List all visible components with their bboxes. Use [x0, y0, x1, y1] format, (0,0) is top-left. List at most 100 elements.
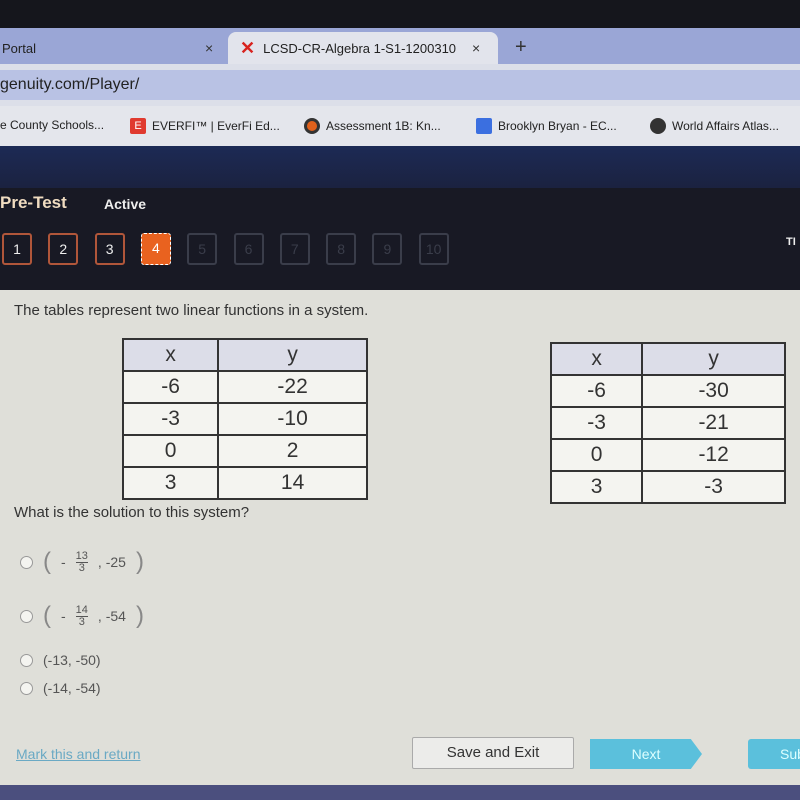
table-cell: -21	[641, 406, 786, 440]
question-5-button: 5	[187, 233, 218, 265]
tab-algebra[interactable]: ✕ LCSD-CR-Algebra 1-S1-1200310 ×	[228, 32, 498, 64]
denominator: 3	[78, 561, 85, 574]
radio-button[interactable]	[20, 555, 33, 569]
table-cell: -22	[217, 370, 368, 404]
address-bar[interactable]: genuity.com/Player/	[0, 70, 800, 100]
question-4-button[interactable]: 4	[140, 233, 171, 265]
column-header: x	[121, 338, 220, 372]
table-cell: -6	[121, 370, 220, 404]
save-and-exit-button[interactable]: Save and Exit	[412, 737, 574, 769]
answer-option-4[interactable]: (-14, -54)	[20, 680, 101, 696]
everfi-icon: E	[130, 118, 146, 134]
close-tab-icon[interactable]: ×	[472, 40, 480, 56]
question-8-button: 8	[326, 233, 357, 265]
y-value: , -25	[97, 554, 126, 570]
question-2-button[interactable]: 2	[48, 233, 79, 265]
question-6-button: 6	[233, 233, 264, 265]
table-header-row: xy	[549, 342, 786, 376]
bookmark-label: Assessment 1B: Kn...	[326, 119, 441, 133]
table-row: -3 -21	[549, 406, 786, 440]
close-tab-icon[interactable]: ×	[205, 40, 213, 56]
edgenuity-x-icon: ✕	[240, 37, 256, 58]
question-7-button: 7	[279, 233, 310, 265]
new-tab-button[interactable]: +	[515, 36, 527, 59]
answer-option-1[interactable]: (-13 3 , -25)	[20, 548, 144, 576]
answer-option-3[interactable]: (-13, -50)	[20, 652, 101, 668]
table-cell: -3	[549, 406, 644, 440]
answer-option-2[interactable]: (-14 3 , -54)	[20, 602, 144, 630]
bookmark-world-affairs[interactable]: World Affairs Atlas...	[650, 118, 779, 134]
question-9-button: 9	[372, 233, 403, 265]
paren-icon: (	[43, 602, 51, 629]
table-function-2: x y -6 -30 -3 -21 0 -12 3 -3	[549, 342, 786, 504]
table-header-row: xy	[121, 338, 368, 372]
top-bezel	[0, 0, 800, 28]
numerator: 14	[75, 603, 88, 617]
table-cell: -10	[217, 402, 368, 436]
radio-button[interactable]	[20, 653, 33, 667]
next-button[interactable]: Next	[590, 739, 702, 769]
table-row: 3 -3	[549, 470, 786, 504]
y-value: , -54	[97, 608, 126, 624]
table-cell: 0	[549, 438, 644, 472]
table-cell: 0	[121, 434, 220, 468]
column-header: x	[549, 342, 644, 376]
question-prompt: The tables represent two linear function…	[14, 302, 369, 319]
tab-strip: Portal × ✕ LCSD-CR-Algebra 1-S1-1200310 × +	[0, 28, 800, 64]
question-3-button[interactable]: 3	[94, 233, 125, 265]
bookmark-everfi[interactable]: E EVERFI™ | EverFi Ed...	[130, 118, 280, 134]
table-cell: -12	[641, 438, 786, 472]
tab-label: Portal	[2, 40, 36, 56]
bottom-bezel	[0, 785, 800, 800]
paren-icon: )	[135, 602, 144, 629]
tab-portal[interactable]: Portal ×	[0, 32, 225, 64]
question-10-button: 10	[418, 233, 449, 265]
neg-sign: -	[61, 554, 66, 570]
column-header: y	[217, 338, 368, 372]
fraction: 14 3	[75, 603, 88, 628]
table-row: -6 -22	[121, 370, 368, 404]
bookmark-county-schools[interactable]: e County Schools...	[0, 118, 104, 132]
docs-icon	[476, 118, 492, 134]
table-cell: 14	[217, 466, 368, 500]
table-function-1: x y -6 -22 -3 -10 0 2 3 14	[121, 338, 368, 500]
table-row: -3 -10	[121, 402, 368, 436]
assessment-icon	[304, 118, 320, 134]
activity-title: Pre-Test	[0, 193, 67, 212]
radio-button[interactable]	[20, 609, 33, 623]
table-row: 0 -12	[549, 438, 786, 472]
table-cell: 3	[121, 466, 220, 500]
fraction: 13 3	[75, 549, 88, 574]
tab-label: LCSD-CR-Algebra 1-S1-1200310	[263, 40, 457, 56]
globe-icon	[650, 118, 666, 134]
option-label: (-13, -50)	[43, 652, 101, 668]
table-cell: -6	[549, 374, 644, 408]
question-subprompt: What is the solution to this system?	[14, 504, 250, 521]
status-label: Active	[104, 196, 147, 212]
bookmark-assessment[interactable]: Assessment 1B: Kn...	[304, 118, 441, 134]
bookmark-brooklyn[interactable]: Brooklyn Bryan - EC...	[476, 118, 617, 134]
column-header: y	[641, 342, 786, 376]
numerator: 13	[75, 549, 88, 563]
bookmarks-bar: e County Schools... E EVERFI™ | EverFi Ed…	[0, 106, 800, 146]
table-cell: 3	[549, 470, 644, 504]
paren-icon: (	[43, 548, 51, 575]
denominator: 3	[78, 615, 85, 628]
table-cell: -3	[641, 470, 786, 504]
app-header	[0, 146, 800, 188]
bookmark-label: Brooklyn Bryan - EC...	[498, 119, 617, 133]
radio-button[interactable]	[20, 681, 33, 695]
table-row: 3 14	[121, 466, 368, 500]
submit-button[interactable]: Sub	[748, 739, 800, 769]
mark-and-return-link[interactable]: Mark this and return	[16, 746, 141, 762]
table-cell: -3	[121, 402, 220, 436]
bookmark-label: e County Schools...	[0, 118, 105, 132]
question-1-button[interactable]: 1	[2, 233, 32, 265]
bookmark-label: World Affairs Atlas...	[672, 119, 779, 133]
table-cell: -30	[641, 374, 786, 408]
option-label: (-14, -54)	[43, 680, 101, 696]
table-cell: 2	[217, 434, 368, 468]
table-row: -6 -30	[549, 374, 786, 408]
bookmark-label: EVERFI™ | EverFi Ed...	[152, 119, 280, 133]
paren-icon: )	[135, 548, 144, 575]
